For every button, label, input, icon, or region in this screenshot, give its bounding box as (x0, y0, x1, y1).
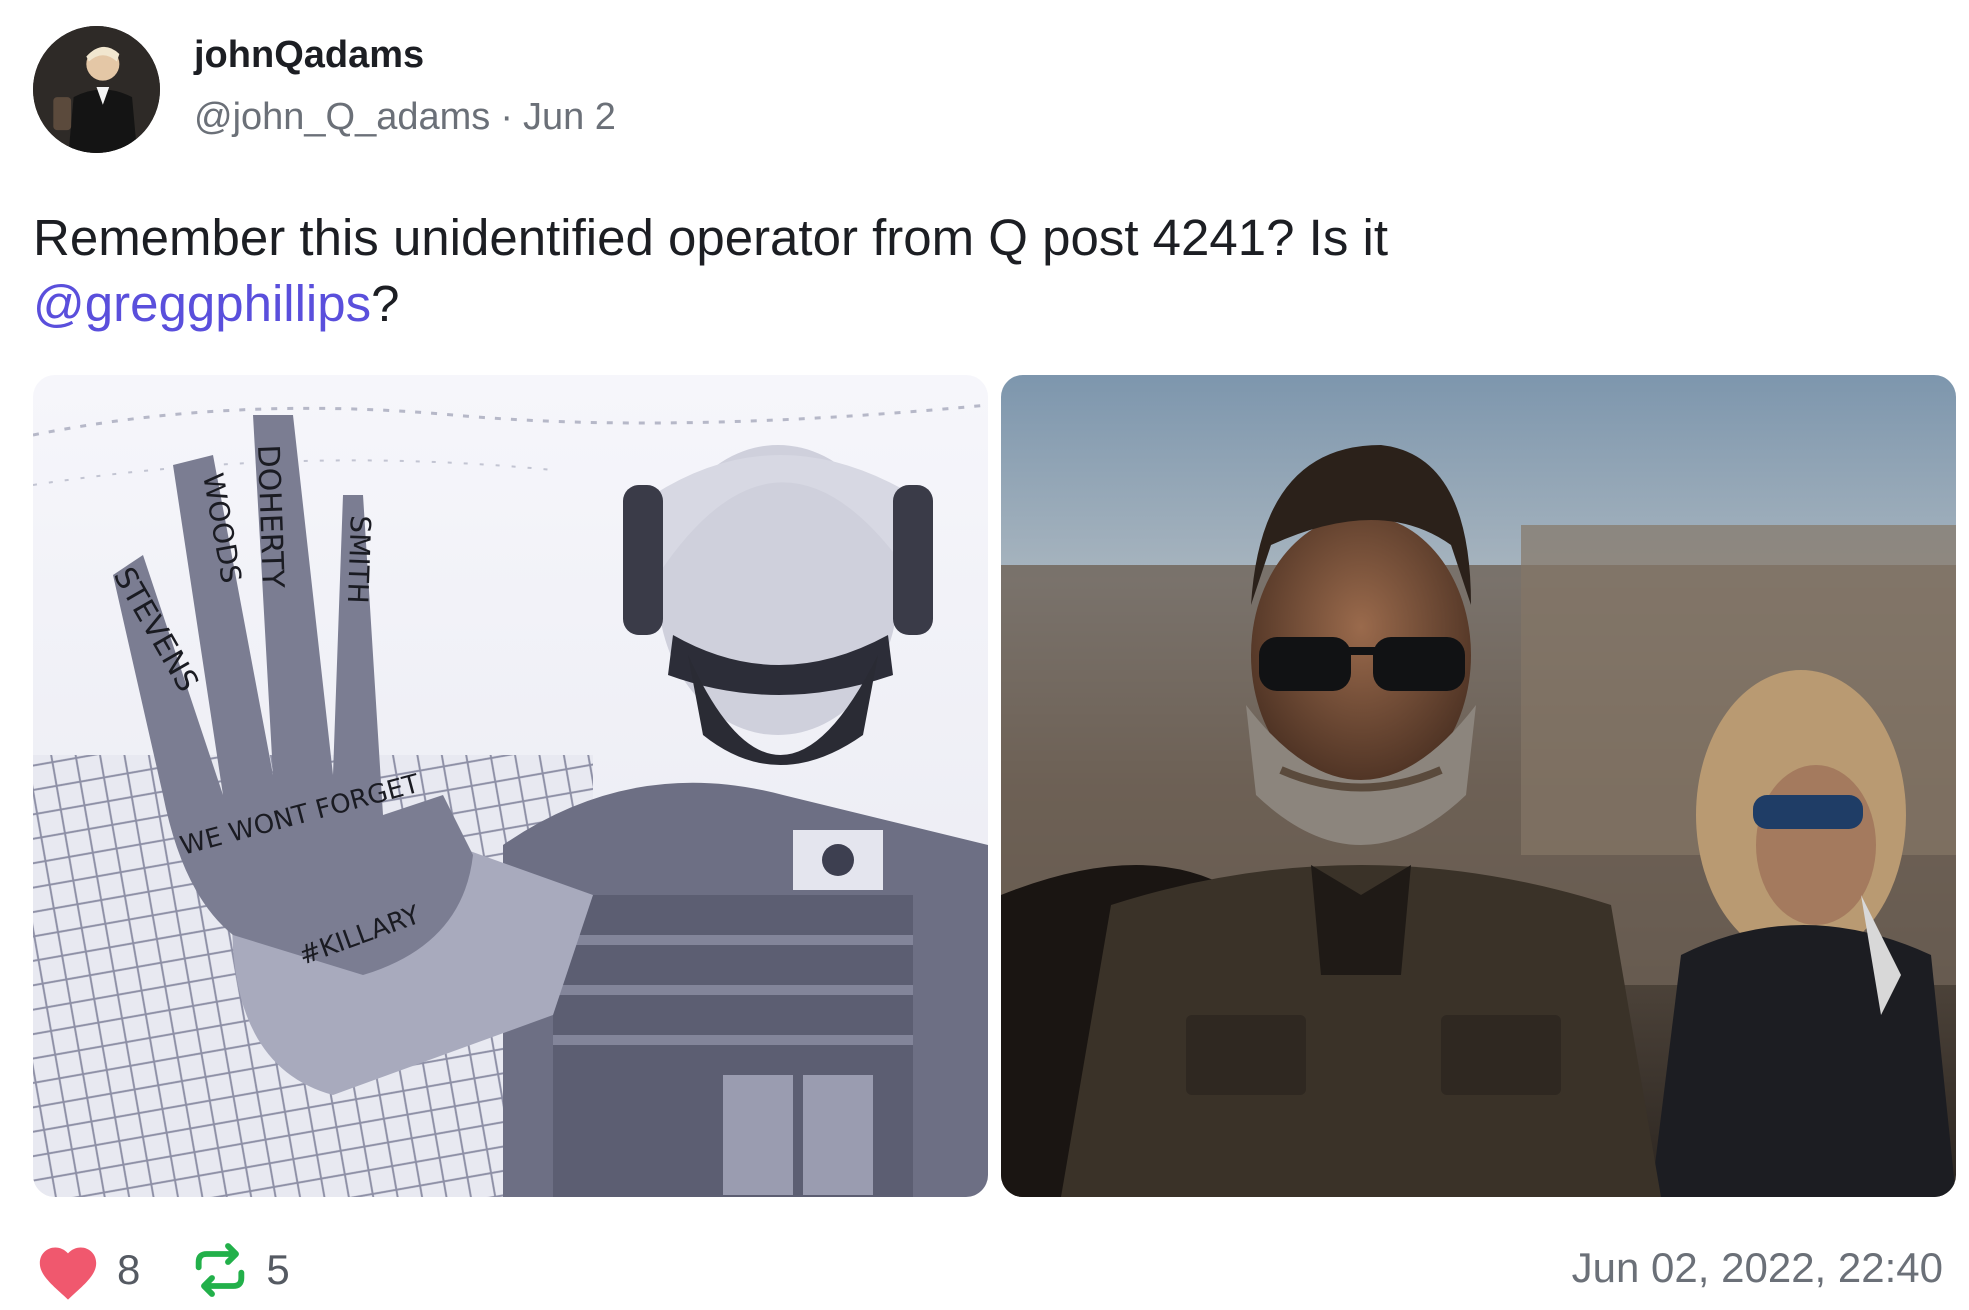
media-image-2[interactable] (1001, 375, 1956, 1197)
like-button[interactable]: 8 (33, 1239, 140, 1301)
repost-button[interactable]: 5 (188, 1238, 290, 1302)
author-handle[interactable]: @john_Q_adams (194, 96, 490, 138)
media-image-1[interactable]: STEVENS WOODS DOHERTY SMITH WE WONT FORG… (33, 375, 988, 1197)
repost-icon (196, 1243, 245, 1297)
bearded-man-photo (1001, 375, 1956, 1197)
post-date-short[interactable]: Jun 2 (523, 96, 616, 138)
post-timestamp[interactable]: Jun 02, 2022, 22:40 (1572, 1244, 1943, 1292)
hand-text-smith: SMITH (341, 515, 377, 604)
post-text-line1: Remember this unidentified operator from… (33, 209, 1389, 266)
heart-icon (39, 1247, 97, 1300)
repost-count: 5 (266, 1246, 290, 1293)
author-avatar[interactable] (33, 26, 160, 153)
author-meta: @john_Q_adams · Jun 2 (194, 96, 616, 139)
post-text-end: ? (371, 275, 400, 332)
hand-text-doherty: DOHERTY (250, 444, 290, 589)
author-display-name[interactable]: johnQadams (194, 34, 424, 77)
post-actions: 8 5 (33, 1230, 290, 1310)
meta-separator: · (500, 96, 513, 138)
mention-link[interactable]: @greggphillips (33, 275, 371, 332)
post-text: Remember this unidentified operator from… (33, 205, 1913, 337)
operator-hand-photo: STEVENS WOODS DOHERTY SMITH WE WONT FORG… (33, 375, 988, 1197)
like-count: 8 (117, 1246, 141, 1293)
avatar-photo (33, 26, 160, 153)
